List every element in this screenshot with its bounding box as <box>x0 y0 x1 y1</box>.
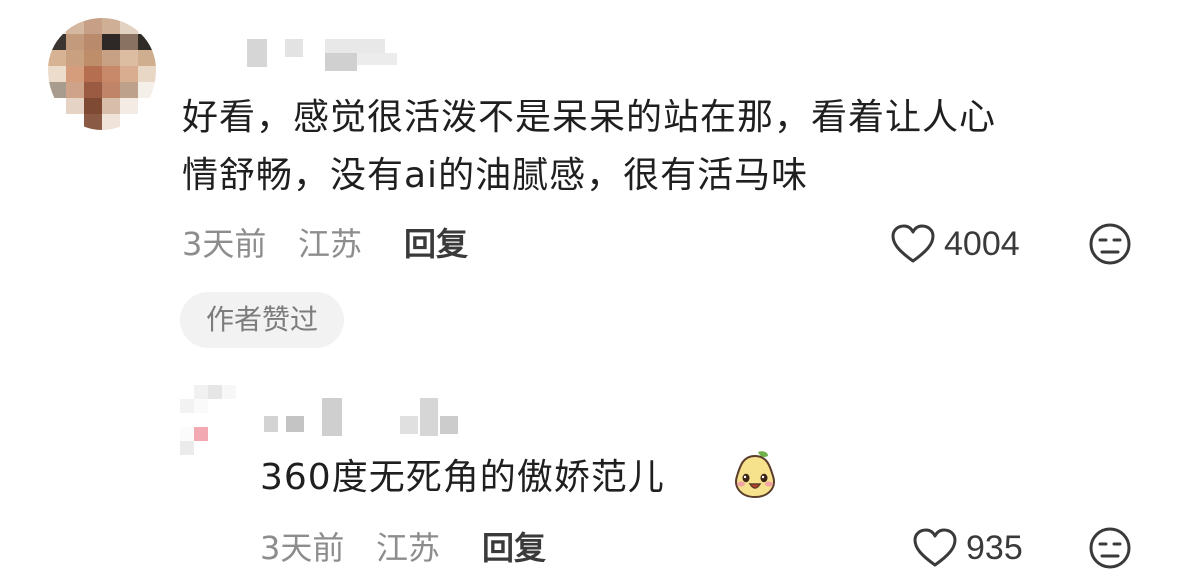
like-button[interactable]: 935 <box>912 528 1023 568</box>
username-blurred[interactable] <box>225 35 405 75</box>
like-count: 4004 <box>944 225 1020 263</box>
reply-button[interactable]: 回复 <box>482 528 546 568</box>
like-count: 935 <box>966 529 1023 567</box>
comment-time: 3天前 <box>260 529 345 567</box>
frown-face-icon <box>1089 223 1131 265</box>
smiling-pear-sticker <box>730 448 780 500</box>
like-button[interactable]: 4004 <box>890 224 1020 264</box>
comment-location: 江苏 <box>376 529 441 567</box>
comment-location: 江苏 <box>298 225 363 263</box>
avatar[interactable] <box>180 385 236 455</box>
comment-text-line: 情舒畅，没有ai的油腻感，很有活马味 <box>182 155 809 196</box>
dislike-button[interactable] <box>1088 222 1132 266</box>
frown-face-icon <box>1089 527 1131 569</box>
reply-text: 360度无死角的傲娇范儿 <box>260 457 665 498</box>
comment-time: 3天前 <box>182 225 267 263</box>
heart-outline-icon <box>912 528 958 568</box>
author-liked-badge: 作者赞过 <box>180 292 344 348</box>
comment-text-line: 好看，感觉很活泼不是呆呆的站在那，看着让人心 <box>182 97 997 138</box>
reply-button[interactable]: 回复 <box>404 224 468 264</box>
heart-outline-icon <box>890 224 936 264</box>
username-blurred[interactable] <box>262 398 482 440</box>
dislike-button[interactable] <box>1088 526 1132 570</box>
avatar[interactable] <box>48 18 156 130</box>
